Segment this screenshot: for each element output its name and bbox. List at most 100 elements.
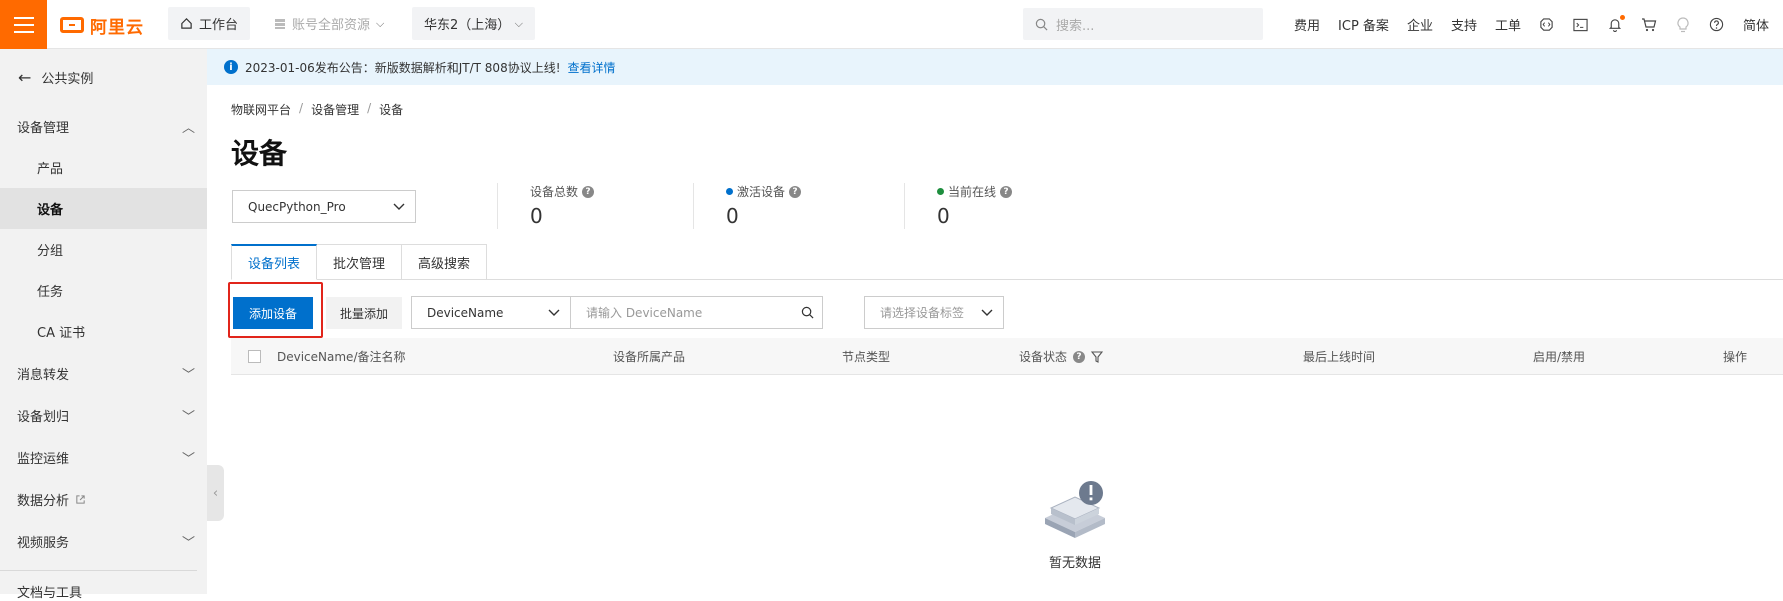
help-icon[interactable]: ? [582, 185, 595, 198]
device-name-search-input[interactable]: 请输入 DeviceName [570, 296, 823, 329]
sidebar-item-devices[interactable]: 设备 [0, 188, 207, 229]
sidebar-item-tasks[interactable]: 任务 [0, 270, 207, 311]
top-navigation-bar: 阿里云 工作台 账号全部资源 ⌵ 华东2（上海） ⌵ 搜索... 费用 ICP … [0, 0, 1783, 49]
search-placeholder: 搜索... [1056, 18, 1095, 34]
breadcrumb-item-iot-platform[interactable]: 物联网平台 [231, 101, 291, 118]
stat-online-devices: 当前在线? 0 [904, 183, 1013, 229]
stat-value: 0 [530, 204, 543, 228]
group-label: 设备管理 [17, 120, 70, 136]
group-label: 设备划归 [17, 409, 70, 425]
breadcrumb-item-device-management[interactable]: 设备管理 [311, 101, 359, 118]
select-all-checkbox[interactable] [248, 350, 261, 363]
sidebar-item-ca-cert[interactable]: CA 证书 [0, 311, 207, 352]
chevron-down-icon [981, 309, 993, 316]
stat-value: 0 [726, 204, 739, 228]
sidebar-item-data-analysis[interactable]: 数据分析 [0, 478, 207, 520]
chevron-up-icon: ︿ [181, 120, 195, 136]
breadcrumb-item-devices: 设备 [379, 103, 404, 117]
chevron-down-icon: ⌵ [514, 16, 523, 30]
sidebar: ← 公共实例 设备管理 ︿ 产品 设备 分组 任务 CA 证书 消息转发 ﹀ 设… [0, 49, 207, 601]
column-product: 设备所属产品 [613, 350, 686, 364]
back-label: 公共实例 [41, 71, 94, 87]
chevron-down-icon: ⌵ [376, 16, 385, 30]
stat-value: 0 [937, 204, 950, 228]
empty-state-text: 暂无数据 [1048, 556, 1101, 571]
arrow-left-icon: ← [18, 67, 32, 87]
chevron-left-icon: ‹ [212, 485, 219, 501]
batch-add-button[interactable]: 批量添加 [326, 297, 402, 329]
sidebar-collapse-handle[interactable]: ‹ [207, 465, 224, 521]
ticket-link[interactable]: 工单 [1495, 15, 1521, 34]
column-device-name: DeviceName/备注名称 [277, 350, 406, 364]
sidebar-group-docs-tools[interactable]: 文档与工具 [0, 571, 207, 601]
chevron-down-icon: ﹀ [181, 535, 195, 551]
device-name-placeholder: 请输入 DeviceName [586, 306, 703, 320]
code-icon[interactable] [1539, 17, 1555, 33]
terminal-icon[interactable] [1573, 17, 1589, 33]
menu-icon[interactable] [0, 0, 47, 49]
sidebar-group-device-management[interactable]: 设备管理 ︿ [0, 105, 207, 147]
aliyun-logo[interactable]: 阿里云 [60, 13, 144, 38]
group-label: 数据分析 [17, 493, 70, 509]
sidebar-group-message-forwarding[interactable]: 消息转发 ﹀ [0, 352, 207, 394]
info-icon: i [224, 60, 238, 74]
search-icon [1035, 18, 1048, 30]
search-field-value: DeviceName [427, 305, 504, 320]
column-label: 设备状态 [1019, 350, 1068, 364]
enterprise-link[interactable]: 企业 [1407, 15, 1433, 34]
chevron-down-icon: ﹀ [181, 409, 195, 425]
tab-device-list[interactable]: 设备列表 [231, 244, 318, 280]
sidebar-group-device-assignment[interactable]: 设备划归 ﹀ [0, 394, 207, 436]
empty-state: 暂无数据 [1025, 478, 1125, 571]
sidebar-group-video-service[interactable]: 视频服务 ﹀ [0, 520, 207, 562]
resource-scope-select[interactable]: 账号全部资源 ⌵ [262, 7, 396, 40]
resource-scope-label: 账号全部资源 [292, 18, 371, 33]
language-switch[interactable]: 简体 [1743, 15, 1769, 34]
column-actions: 操作 [1723, 350, 1748, 364]
external-link-icon [76, 494, 85, 504]
highlight-annotation-box [228, 282, 323, 338]
breadcrumb-separator: / [299, 101, 304, 115]
help-icon[interactable]: ? [1000, 185, 1013, 198]
help-icon[interactable]: ? [789, 185, 802, 198]
stat-label: 激活设备 [737, 185, 786, 199]
bell-icon[interactable] [1607, 14, 1625, 33]
column-node-type: 节点类型 [842, 350, 891, 364]
tabs: 设备列表 批次管理 高级搜索 [231, 244, 488, 280]
search-field-select[interactable]: DeviceName [411, 296, 571, 329]
help-icon[interactable]: ? [1073, 350, 1086, 363]
aliyun-logo-mark [60, 17, 84, 33]
icp-link[interactable]: ICP 备案 [1338, 15, 1389, 34]
top-links: 费用 ICP 备案 企业 支持 工单 简体 [1294, 0, 1769, 49]
global-search-input[interactable]: 搜索... [1023, 8, 1263, 40]
sidebar-item-groups[interactable]: 分组 [0, 229, 207, 270]
home-icon [181, 18, 192, 29]
stat-label: 设备总数 [530, 185, 579, 199]
region-select[interactable]: 华东2（上海） ⌵ [412, 7, 535, 40]
billing-link[interactable]: 费用 [1294, 15, 1320, 34]
cart-icon[interactable] [1641, 17, 1657, 33]
search-icon[interactable] [801, 306, 814, 319]
chevron-down-icon [393, 203, 405, 210]
product-select[interactable]: QuecPython_Pro [232, 190, 416, 223]
announcement-text: 2023-01-06发布公告：新版数据解析和JT/T 808协议上线! [245, 60, 561, 75]
device-tag-select[interactable]: 请选择设备标签 [864, 296, 1004, 329]
stat-activated-devices: 激活设备? 0 [693, 183, 802, 229]
lightbulb-icon[interactable] [1675, 16, 1691, 33]
sidebar-group-monitoring[interactable]: 监控运维 ﹀ [0, 436, 207, 478]
sidebar-item-products[interactable]: 产品 [0, 147, 207, 188]
tab-advanced-search[interactable]: 高级搜索 [402, 244, 488, 280]
column-enable-disable: 启用/禁用 [1533, 350, 1586, 364]
workbench-button[interactable]: 工作台 [168, 7, 251, 40]
stat-label: 当前在线 [948, 185, 997, 199]
column-device-status: 设备状态 ? [1019, 338, 1104, 375]
tab-batch-management[interactable]: 批次管理 [317, 244, 403, 280]
support-link[interactable]: 支持 [1451, 15, 1477, 34]
announcement-details-link[interactable]: 查看详情 [568, 59, 616, 76]
page-title: 设备 [231, 137, 288, 170]
help-icon[interactable] [1709, 17, 1725, 33]
filter-icon[interactable] [1091, 350, 1104, 363]
group-label: 消息转发 [17, 367, 70, 383]
back-to-public-instance[interactable]: ← 公共实例 [0, 49, 207, 105]
announcement-banner: i 2023-01-06发布公告：新版数据解析和JT/T 808协议上线! 查看… [207, 49, 1783, 85]
